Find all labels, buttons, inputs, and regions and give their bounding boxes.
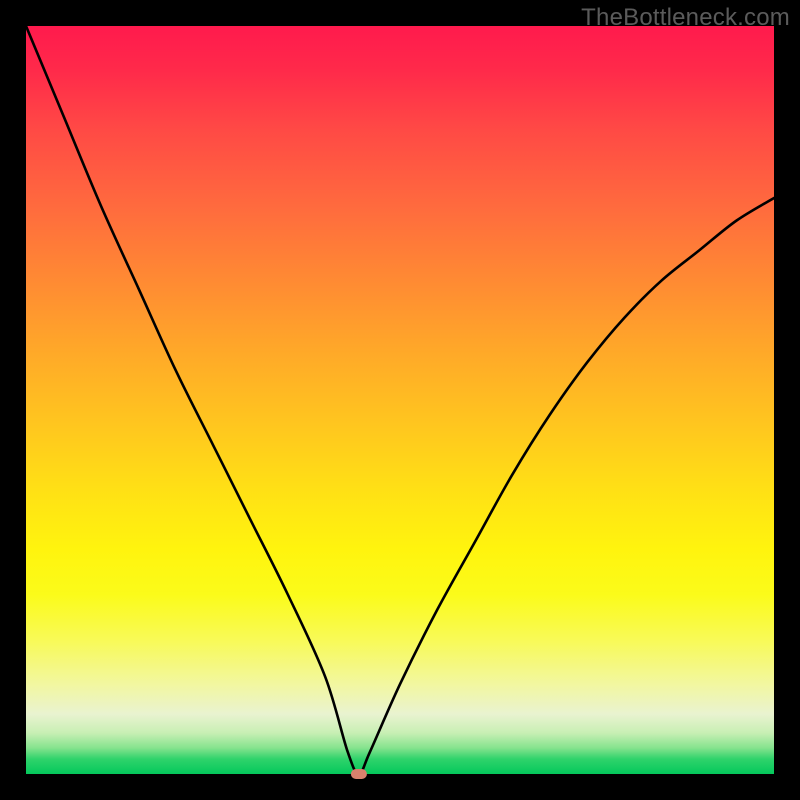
minimum-marker [351,769,367,779]
plot-area [26,26,774,774]
chart-frame: TheBottleneck.com [0,0,800,800]
curve-svg [26,26,774,774]
watermark-text: TheBottleneck.com [581,4,790,32]
bottleneck-curve [26,26,774,774]
